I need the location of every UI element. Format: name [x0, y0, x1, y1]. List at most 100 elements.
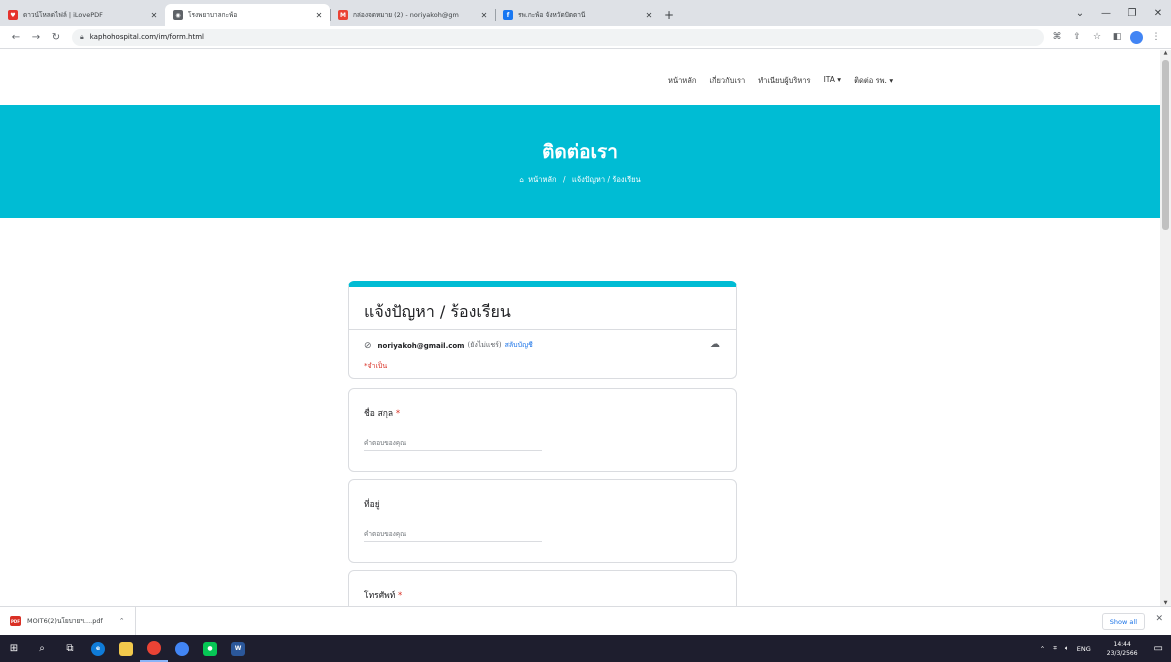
task-view-icon[interactable]: ⧉ [56, 635, 84, 662]
required-asterisk: * [398, 591, 403, 601]
window-controls: ⌄ — ❐ ✕ [1067, 0, 1171, 26]
breadcrumb-home[interactable]: หน้าหลัก [528, 175, 556, 184]
browser-tab[interactable]: f รพ.กะพ้อ จังหวัดปัตตานี ✕ [495, 4, 660, 26]
nav-about[interactable]: เกี่ยวกับเรา [709, 75, 745, 87]
tray-chevron-up-icon[interactable]: ⌃ [1040, 645, 1045, 653]
cloud-icon: ☁ [710, 339, 720, 350]
question-card-name: ชื่อ สกุล * [348, 388, 737, 472]
reload-icon[interactable]: ↻ [46, 32, 66, 43]
scroll-up-arrow-icon[interactable]: ▲ [1160, 50, 1171, 56]
page-scrollbar[interactable]: ▲ ▼ [1160, 50, 1171, 606]
clock-time: 14:44 [1113, 640, 1131, 648]
account-info: ⊘ noriyakoh@gmail.com (ยังไม่แชร์) สลับบ… [364, 340, 533, 351]
tab-title: โรงพยาบาลกะพ้อ [188, 11, 238, 19]
account-email: noriyakoh@gmail.com [377, 341, 465, 350]
ilovepdf-favicon-icon: ♥ [8, 10, 18, 20]
scrollbar-thumb[interactable] [1162, 60, 1169, 230]
close-tab-icon[interactable]: ✕ [314, 11, 324, 20]
windows-start-icon[interactable]: ⊞ [0, 635, 28, 662]
question-card-address: ที่อยู่ [348, 479, 737, 563]
question-label-text: ที่อยู่ [364, 500, 380, 510]
pdf-file-icon: PDF [10, 616, 21, 626]
question-label: โทรศัพท์ * [364, 588, 402, 602]
question-label: ชื่อ สกุล * [364, 406, 400, 420]
browser-toolbar: ← → ↻ 🔒︎ kaphohospital.com/im/form.html … [0, 26, 1171, 49]
page-viewport: หน้าหลัก เกี่ยวกับเรา ทำเนียบผู้บริหาร I… [0, 50, 1160, 606]
eye-off-icon: ⊘ [364, 340, 372, 351]
hero-title: ติดต่อเรา [542, 141, 618, 163]
question-label-text: ชื่อ สกุล [364, 409, 394, 419]
nav-executives[interactable]: ทำเนียบผู้บริหาร [758, 75, 810, 87]
gmail-favicon-icon: M [338, 10, 348, 20]
download-item[interactable]: PDF MOIT6(2)นโยบายฯ....pdf ⌃ [0, 606, 136, 636]
close-tab-icon[interactable]: ✕ [479, 11, 489, 20]
globe-favicon-icon: ◉ [173, 10, 183, 20]
tab-title: ดาวน์โหลดไฟล์ | iLovePDF [23, 11, 103, 19]
clock-date: 23/3/2566 [1106, 649, 1138, 657]
browser-tab-active[interactable]: ◉ โรงพยาบาลกะพ้อ ✕ [165, 4, 330, 26]
translate-icon[interactable]: ⌘ [1050, 32, 1064, 42]
url-text: kaphohospital.com/im/form.html [89, 33, 204, 41]
bookmark-star-icon[interactable]: ☆ [1090, 32, 1104, 42]
minimize-icon[interactable]: — [1093, 8, 1119, 19]
download-file-name: MOIT6(2)นโยบายฯ....pdf [27, 617, 103, 625]
chrome-profile-app-icon[interactable] [168, 635, 196, 662]
breadcrumb-separator: / [562, 175, 566, 184]
chrome-app-icon[interactable] [140, 635, 168, 662]
name-input[interactable] [364, 435, 542, 451]
word-app-icon[interactable]: W [224, 635, 252, 662]
close-window-icon[interactable]: ✕ [1145, 8, 1171, 19]
question-label: ที่อยู่ [364, 497, 380, 511]
breadcrumb-current: แจ้งปัญหา / ร้องเรียน [571, 175, 641, 184]
system-clock[interactable]: 14:44 23/3/2566 [1103, 640, 1142, 658]
hero-banner: ติดต่อเรา ⌂ หน้าหลัก / แจ้งปัญหา / ร้องเ… [0, 105, 1160, 218]
switch-account-link[interactable]: สลับบัญชี [505, 340, 533, 351]
edge-app-icon[interactable]: e [84, 635, 112, 662]
breadcrumb: ⌂ หน้าหลัก / แจ้งปัญหา / ร้องเรียน [0, 174, 1160, 186]
line-app-icon[interactable]: ● [196, 635, 224, 662]
download-shelf: PDF MOIT6(2)นโยบายฯ....pdf ⌃ Show all ✕ [0, 606, 1171, 636]
input-language[interactable]: ENG [1077, 645, 1091, 653]
tab-title: รพ.กะพ้อ จังหวัดปัตตานี [518, 11, 586, 19]
close-tab-icon[interactable]: ✕ [644, 11, 654, 20]
tab-search-chevron-icon[interactable]: ⌄ [1067, 8, 1093, 19]
notification-icon[interactable]: ▭ [1154, 643, 1163, 654]
system-tray: ⌃ ⌗ 🔈︎ ENG 14:44 23/3/2566 ▭ [1036, 635, 1171, 662]
nav-contact-dropdown[interactable]: ติดต่อ รพ. ▾ [854, 75, 893, 87]
profile-avatar-icon[interactable] [1130, 30, 1143, 44]
question-card-phone: โทรศัพท์ * [348, 570, 737, 606]
show-all-button[interactable]: Show all [1101, 613, 1145, 630]
network-icon[interactable]: ⌗ [1053, 644, 1057, 653]
close-shelf-icon[interactable]: ✕ [1155, 614, 1163, 624]
search-icon[interactable]: ⌕ [28, 635, 56, 662]
divider [349, 329, 736, 330]
nav-ita-dropdown[interactable]: ITA ▾ [824, 75, 842, 87]
address-bar[interactable]: 🔒︎ kaphohospital.com/im/form.html [72, 28, 1044, 46]
side-panel-icon[interactable]: ◧ [1110, 32, 1124, 42]
address-input[interactable] [364, 526, 542, 542]
chevron-up-icon[interactable]: ⌃ [119, 617, 125, 625]
required-asterisk: * [395, 409, 401, 419]
new-tab-plus-icon[interactable]: + [660, 4, 678, 26]
form-title: แจ้งปัญหา / ร้องเรียน [364, 302, 511, 321]
tab-title: กล่องจดหมาย (2) - noriyakoh@gm [353, 11, 459, 19]
back-arrow-icon[interactable]: ← [6, 32, 26, 43]
browser-tab-strip: ♥ ดาวน์โหลดไฟล์ | iLovePDF ✕ ◉ โรงพยาบาล… [0, 0, 1171, 26]
required-note: *จำเป็น [364, 362, 388, 370]
forward-arrow-icon[interactable]: → [26, 32, 46, 43]
browser-tab[interactable]: ♥ ดาวน์โหลดไฟล์ | iLovePDF ✕ [0, 4, 165, 26]
restore-icon[interactable]: ❐ [1119, 8, 1145, 19]
nav-home[interactable]: หน้าหลัก [668, 75, 696, 87]
volume-icon[interactable]: 🔈︎ [1065, 644, 1069, 653]
file-explorer-icon[interactable] [112, 635, 140, 662]
close-tab-icon[interactable]: ✕ [149, 11, 159, 20]
facebook-favicon-icon: f [503, 10, 513, 20]
windows-taskbar: ⊞ ⌕ ⧉ e ● W ⌃ ⌗ 🔈︎ ENG 14:44 23/3/2566 ▭ [0, 635, 1171, 662]
menu-kebab-icon[interactable]: ⋮ [1149, 32, 1163, 42]
lock-icon: 🔒︎ [80, 32, 84, 41]
share-icon[interactable]: ⇪ [1070, 32, 1084, 42]
browser-tab[interactable]: M กล่องจดหมาย (2) - noriyakoh@gm ✕ [330, 4, 495, 26]
home-icon: ⌂ [519, 176, 524, 184]
question-label-text: โทรศัพท์ [364, 591, 396, 601]
account-shared-status: (ยังไม่แชร์) [467, 341, 502, 349]
